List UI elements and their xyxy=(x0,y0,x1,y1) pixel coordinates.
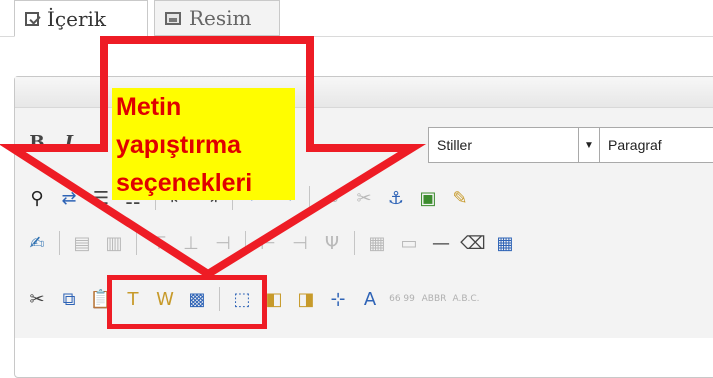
annotation-highlight-box xyxy=(107,275,267,329)
annotation-callout-text: Metin yapıştırma seçenekleri xyxy=(116,93,253,197)
